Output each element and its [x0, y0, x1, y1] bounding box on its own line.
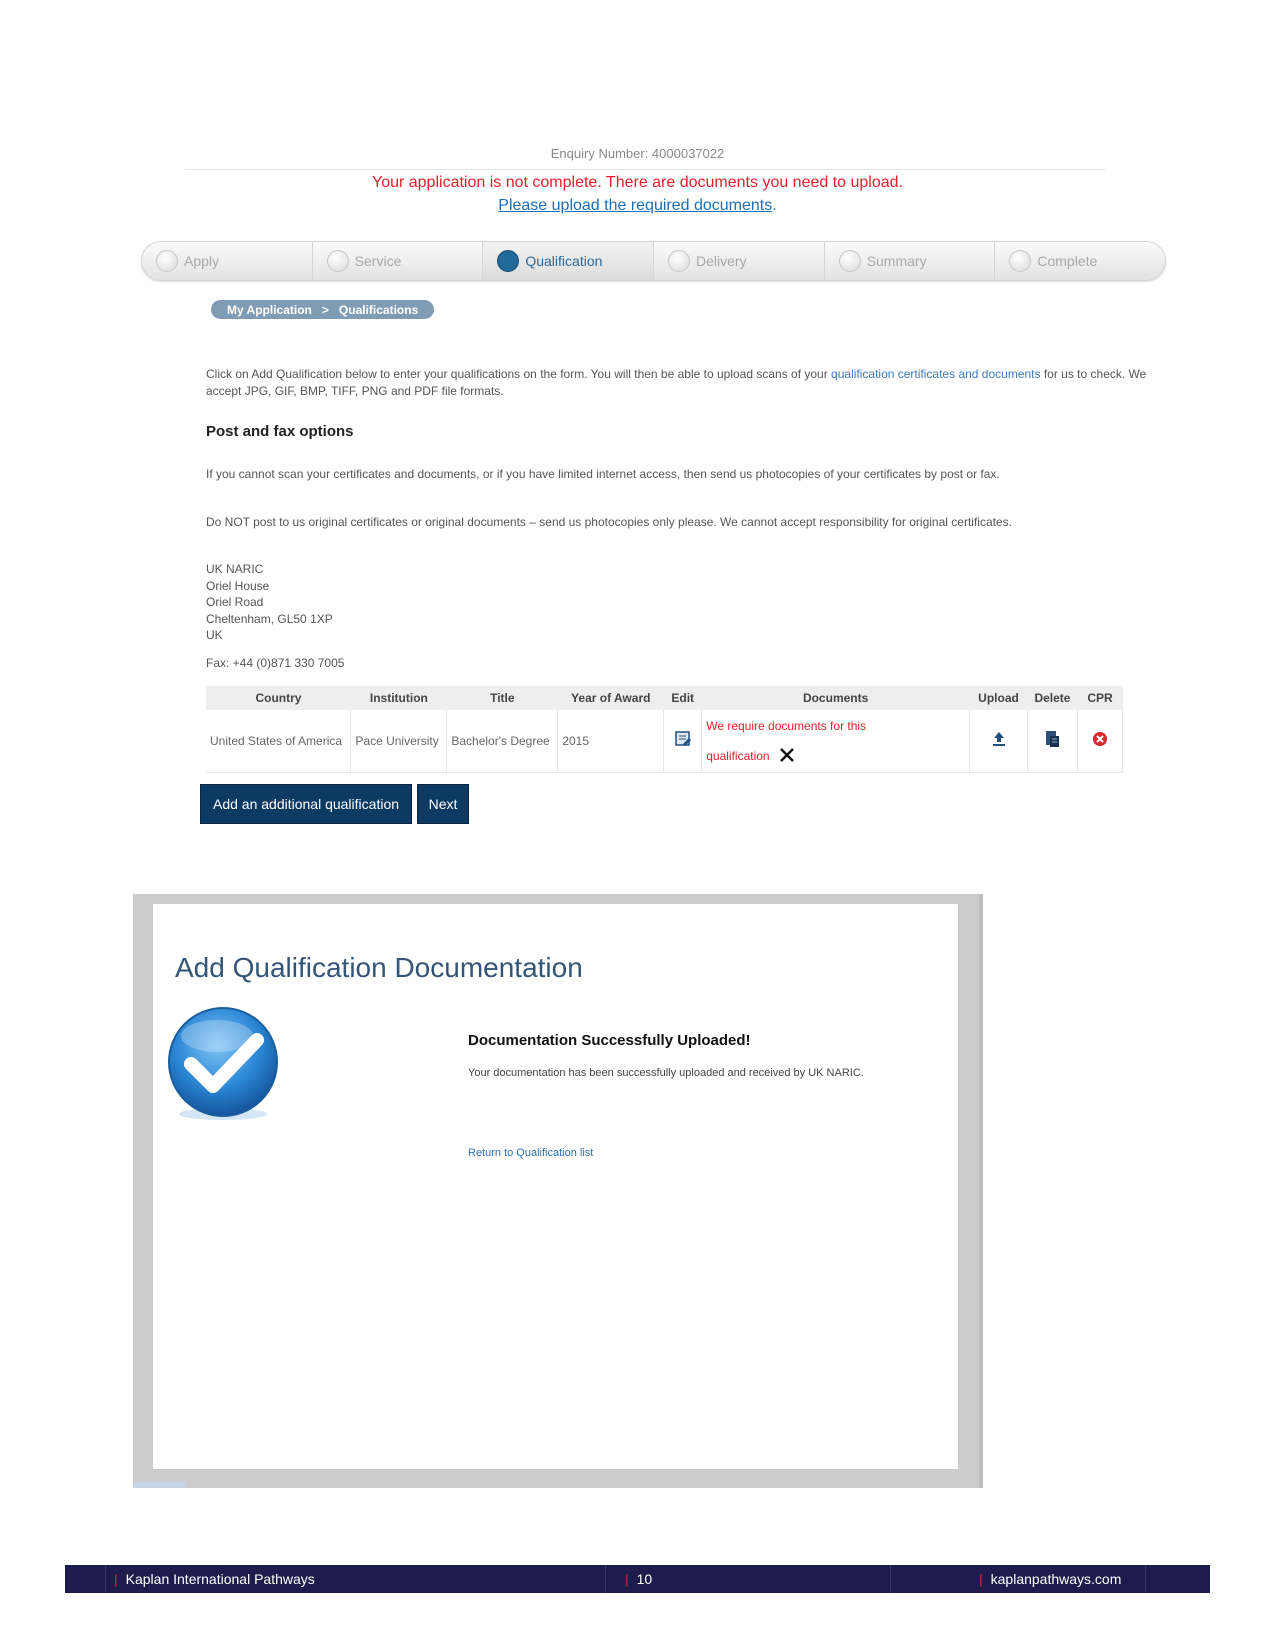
- success-message: Your documentation has been successfully…: [468, 1067, 864, 1079]
- footer-url-text: kaplanpathways.com: [990, 1571, 1122, 1587]
- footer-bar: |: [114, 1571, 118, 1587]
- address-line: Oriel Road: [206, 595, 264, 609]
- footer-divider: [105, 1565, 106, 1593]
- step-dot-icon: [497, 250, 520, 272]
- step-label: Service: [354, 253, 402, 269]
- incomplete-warning: Your application is not complete. There …: [371, 174, 903, 191]
- success-heading: Documentation Successfully Uploaded!: [468, 1032, 751, 1049]
- upload-link-line: Please upload the required documents.: [0, 197, 1275, 215]
- cell-country: United States of America: [206, 710, 352, 773]
- qualifications-table: Country Institution Title Year of Award …: [206, 686, 1124, 773]
- step-apply[interactable]: Apply: [142, 242, 313, 280]
- cell-delete: [1027, 710, 1078, 773]
- fax-number: Fax: +44 (0)871 330 7005: [206, 656, 345, 670]
- footer-url: | kaplanpathways.com: [979, 1565, 1121, 1593]
- cell-title: Bachelor's Degree: [446, 710, 559, 773]
- documentation-dialog: Add Qualification Documentation Document…: [153, 904, 958, 1469]
- step-dot-icon: [156, 250, 178, 272]
- return-to-qualification-list-link[interactable]: Return to Qualification list: [468, 1147, 593, 1159]
- address-line: UK NARIC: [206, 562, 264, 576]
- table-row: United States of America Pace University…: [206, 710, 1124, 773]
- remove-x-icon: [773, 741, 795, 771]
- cell-upload: [969, 710, 1028, 773]
- footer-page: | 10: [625, 1565, 652, 1593]
- post-fax-paragraph-1: If you cannot scan your certificates and…: [206, 467, 1000, 481]
- cell-institution: Pace University: [350, 710, 448, 773]
- step-label: Qualification: [525, 253, 603, 269]
- success-check-icon: [165, 1006, 281, 1122]
- cell-documents: We require documents for this qualificat…: [701, 710, 971, 773]
- breadcrumb: My Application > Qualifications: [211, 300, 435, 319]
- post-fax-heading: Post and fax options: [206, 423, 354, 440]
- documentation-dialog-frame: Add Qualification Documentation Document…: [133, 894, 983, 1488]
- address-line: Oriel House: [206, 578, 270, 593]
- documents-required-line1: We require documents for this: [706, 718, 867, 733]
- enquiry-number: Enquiry Number: 4000037022: [550, 146, 725, 161]
- table-header-row: Country Institution Title Year of Award …: [206, 686, 1123, 710]
- footer-divider: [890, 1565, 891, 1593]
- upload-icon[interactable]: [991, 731, 1007, 750]
- step-dot-icon: [838, 250, 861, 272]
- documents-required-line2: qualification: [706, 748, 770, 763]
- dialog-title: Add Qualification Documentation: [175, 952, 583, 983]
- step-label: Summary: [866, 253, 927, 269]
- footer-company: | Kaplan International Pathways: [114, 1565, 315, 1593]
- edit-icon[interactable]: [674, 730, 692, 751]
- add-qualification-button[interactable]: Add an additional qualification: [200, 784, 412, 824]
- footer-bar: |: [979, 1571, 983, 1587]
- col-year: Year of Award: [557, 686, 664, 710]
- post-fax-paragraph-2: Do NOT post to us original certificates …: [206, 515, 1012, 529]
- col-upload: Upload: [969, 686, 1028, 710]
- certificates-link[interactable]: qualification certificates and documents: [831, 367, 1040, 381]
- cell-cpr: [1077, 710, 1124, 773]
- footer-divider: [1145, 1565, 1146, 1593]
- upload-required-documents-link[interactable]: Please upload the required documents: [498, 197, 772, 214]
- step-dot-icon: [326, 250, 349, 272]
- page-number: 10: [636, 1571, 653, 1587]
- footer-company-text: Kaplan International Pathways: [125, 1571, 315, 1587]
- step-complete[interactable]: Complete: [995, 242, 1165, 280]
- col-cpr: CPR: [1077, 686, 1123, 710]
- next-button[interactable]: Next: [417, 784, 469, 824]
- step-summary[interactable]: Summary: [825, 242, 996, 280]
- frame-accent: [133, 1482, 185, 1488]
- address-line: UK: [206, 628, 223, 642]
- step-dot-icon: [668, 250, 691, 272]
- progress-steps: Apply Service Qualification Delivery Sum…: [141, 241, 1166, 281]
- upload-link-suffix: .: [772, 197, 777, 214]
- step-label: Apply: [184, 253, 220, 269]
- delete-icon[interactable]: [1044, 730, 1060, 751]
- step-label: Complete: [1037, 253, 1098, 269]
- postal-address: UK NARIC Oriel House Oriel Road Cheltenh…: [206, 561, 333, 644]
- cell-year: 2015: [557, 710, 665, 773]
- page-footer: | Kaplan International Pathways | 10 | kapl…: [65, 1565, 1210, 1593]
- col-country: Country: [206, 686, 351, 710]
- cpr-error-icon[interactable]: [1092, 731, 1108, 750]
- header-divider: [185, 169, 1105, 170]
- step-label: Delivery: [696, 253, 747, 269]
- col-institution: Institution: [350, 686, 447, 710]
- breadcrumb-current: Qualifications: [338, 302, 419, 317]
- step-qualification[interactable]: Qualification: [483, 242, 655, 280]
- breadcrumb-home[interactable]: My Application: [227, 303, 312, 317]
- col-documents: Documents: [701, 686, 970, 710]
- intro-text: Click on Add Qualification below to ente…: [206, 366, 1156, 400]
- col-edit: Edit: [663, 686, 702, 710]
- address-line: Cheltenham, GL50 1XP: [206, 611, 333, 626]
- documents-required-line2-wrap: qualification: [706, 741, 965, 771]
- footer-divider: [605, 1565, 606, 1593]
- breadcrumb-separator: >: [321, 302, 329, 317]
- col-title: Title: [446, 686, 558, 710]
- intro-before: Click on Add Qualification below to ente…: [206, 367, 832, 381]
- cell-edit: [663, 710, 703, 773]
- step-delivery[interactable]: Delivery: [654, 242, 825, 280]
- step-dot-icon: [1009, 250, 1032, 272]
- col-delete: Delete: [1027, 686, 1078, 710]
- footer-bar: |: [625, 1571, 629, 1587]
- step-service[interactable]: Service: [313, 242, 484, 280]
